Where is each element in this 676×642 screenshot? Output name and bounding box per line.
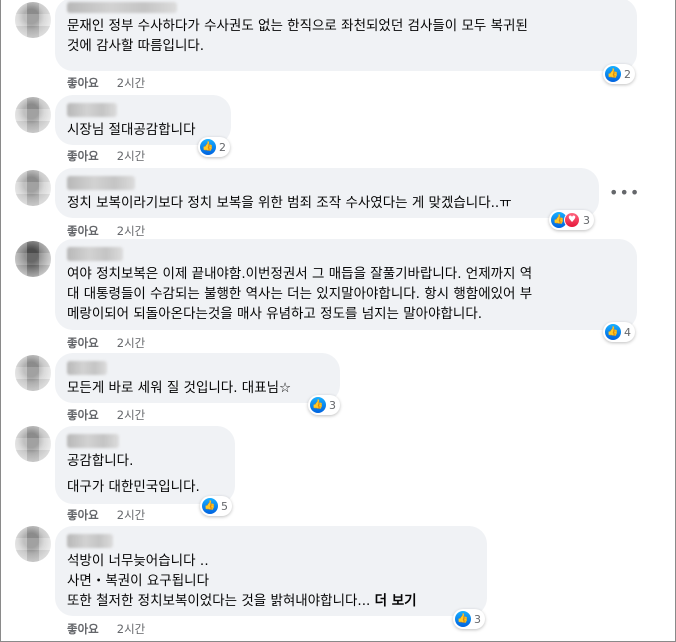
avatar[interactable] xyxy=(15,241,51,277)
comment-text-line: 대 대통령들이 수감되는 불행한 역사는 더는 있지말아야합니다. 항시 행함에… xyxy=(67,286,533,302)
comment-bubble: 공감합니다. 대구가 대한민국입니다. xyxy=(55,426,235,504)
avatar[interactable] xyxy=(15,355,51,391)
comment-text-line: 시장님 절대공감합니다 xyxy=(67,122,196,138)
comment-bubble: 정치 보복이라기보다 정치 보복을 위한 범죄 조작 수사였다는 게 맞겠습니다… xyxy=(55,168,599,218)
comment-text-line: 문재인 정부 수사하다가 수사권도 없는 한직으로 좌천되었던 검사들이 모두 … xyxy=(67,18,528,34)
comment-bubble: 여야 정치보복은 이제 끝내야함.이번정권서 그 매듭을 잘풀기바랍니다. 언제… xyxy=(55,239,637,330)
author-name[interactable] xyxy=(67,434,119,448)
comment-time[interactable]: 2시간 xyxy=(117,75,145,91)
thumbs-up-icon: 👍 xyxy=(202,498,218,514)
author-name[interactable] xyxy=(67,361,107,375)
reaction-count: 5 xyxy=(221,499,228,513)
comment-meta: 좋아요 2시간 xyxy=(67,223,145,239)
comment-time[interactable]: 2시간 xyxy=(117,507,145,523)
like-button[interactable]: 좋아요 xyxy=(67,407,99,423)
comment-text-line: 공감합니다. xyxy=(67,453,134,469)
comment-time[interactable]: 2시간 xyxy=(117,621,145,637)
more-options-icon[interactable]: ••• xyxy=(609,183,639,203)
comment-meta: 좋아요 2시간 xyxy=(67,507,145,523)
reaction-summary[interactable]: 👍 5 xyxy=(200,496,232,516)
reaction-count: 3 xyxy=(583,213,590,227)
like-button[interactable]: 좋아요 xyxy=(67,621,99,637)
comment-meta: 좋아요 2시간 xyxy=(67,75,145,91)
comment-text-line: 것에 감사할 따름입니다. xyxy=(67,38,205,54)
comment-bubble: 석방이 너무늦어습니다 ‥ 사면・복권이 요구됩니다 또한 철저한 정치보복이었… xyxy=(55,526,487,616)
reaction-count: 2 xyxy=(624,67,631,81)
reaction-summary[interactable]: 👍 4 xyxy=(603,322,635,342)
reaction-summary[interactable]: 👍 2 xyxy=(603,64,635,84)
reaction-summary[interactable]: 👍 3 xyxy=(308,395,340,415)
like-button[interactable]: 좋아요 xyxy=(67,335,99,351)
comment-text-line: 석방이 너무늦어습니다 ‥ xyxy=(67,553,209,569)
reaction-count: 4 xyxy=(624,325,631,339)
thumbs-up-icon: 👍 xyxy=(455,611,471,627)
comment-text-line: 사면・복권이 요구됩니다 xyxy=(67,573,209,589)
thumbs-up-icon: 👍 xyxy=(605,66,621,82)
comment-text-line: 메랑이되어 되돌아온다는것을 매사 유념하고 정도를 넘지는 말아야합니다. xyxy=(67,306,483,322)
comment-meta: 좋아요 2시간 xyxy=(67,407,145,423)
comment-time[interactable]: 2시간 xyxy=(117,335,145,351)
thumbs-up-icon: 👍 xyxy=(310,397,326,413)
author-name[interactable] xyxy=(67,2,177,13)
comment-meta: 좋아요 2시간 xyxy=(67,335,145,351)
comment-text-line: 또한 철저한 정치보복이었다는 것을 밝혀내야합니다... xyxy=(67,593,371,609)
comment-time[interactable]: 2시간 xyxy=(117,148,145,164)
avatar[interactable] xyxy=(15,170,51,206)
comment-bubble: 문재인 정부 수사하다가 수사권도 없는 한직으로 좌천되었던 검사들이 모두 … xyxy=(55,0,637,71)
thumbs-up-icon: 👍 xyxy=(200,139,216,155)
comment-meta: 좋아요 2시간 xyxy=(67,148,145,164)
reaction-count: 2 xyxy=(219,140,226,154)
like-button[interactable]: 좋아요 xyxy=(67,75,99,91)
comment-time[interactable]: 2시간 xyxy=(117,407,145,423)
comment-text-line: 모든게 바로 세워 질 것입니다. 대표님☆ xyxy=(67,380,292,396)
comment-text-line: 대구가 대한민국입니다. xyxy=(67,479,200,495)
comment-text-line: 또한 철저한 정치보복이었다는 것을 밝혀내야합니다... 더 보기 xyxy=(67,591,475,611)
reaction-summary[interactable]: 👍 3 xyxy=(453,609,485,629)
avatar[interactable] xyxy=(15,97,51,133)
avatar[interactable] xyxy=(15,526,51,562)
heart-icon: ♥ xyxy=(564,212,580,228)
thumbs-up-icon: 👍 xyxy=(605,324,621,340)
comment-text-line: 여야 정치보복은 이제 끝내야함.이번정권서 그 매듭을 잘풀기바랍니다. 언제… xyxy=(67,266,533,282)
reaction-count: 3 xyxy=(474,612,481,626)
comments-panel: 문재인 정부 수사하다가 수사권도 없는 한직으로 좌천되었던 검사들이 모두 … xyxy=(0,0,676,642)
author-name[interactable] xyxy=(67,103,117,117)
see-more-link[interactable]: 더 보기 xyxy=(375,593,417,609)
comment-meta: 좋아요 2시간 xyxy=(67,621,145,637)
like-button[interactable]: 좋아요 xyxy=(67,148,99,164)
author-name[interactable] xyxy=(67,176,135,190)
reaction-count: 3 xyxy=(329,398,336,412)
avatar[interactable] xyxy=(15,426,51,462)
author-name[interactable] xyxy=(67,534,113,548)
author-name[interactable] xyxy=(67,247,123,261)
like-button[interactable]: 좋아요 xyxy=(67,223,99,239)
reaction-summary[interactable]: 👍 2 xyxy=(198,137,230,157)
comment-time[interactable]: 2시간 xyxy=(117,223,145,239)
comment-text-line: 정치 보복이라기보다 정치 보복을 위한 범죄 조작 수사였다는 게 맞겠습니다… xyxy=(67,195,512,211)
reaction-summary[interactable]: 👍 ♥ 3 xyxy=(549,210,594,230)
comment-bubble: 모든게 바로 세워 질 것입니다. 대표님☆ xyxy=(55,353,340,403)
avatar[interactable] xyxy=(15,2,51,38)
like-button[interactable]: 좋아요 xyxy=(67,507,99,523)
